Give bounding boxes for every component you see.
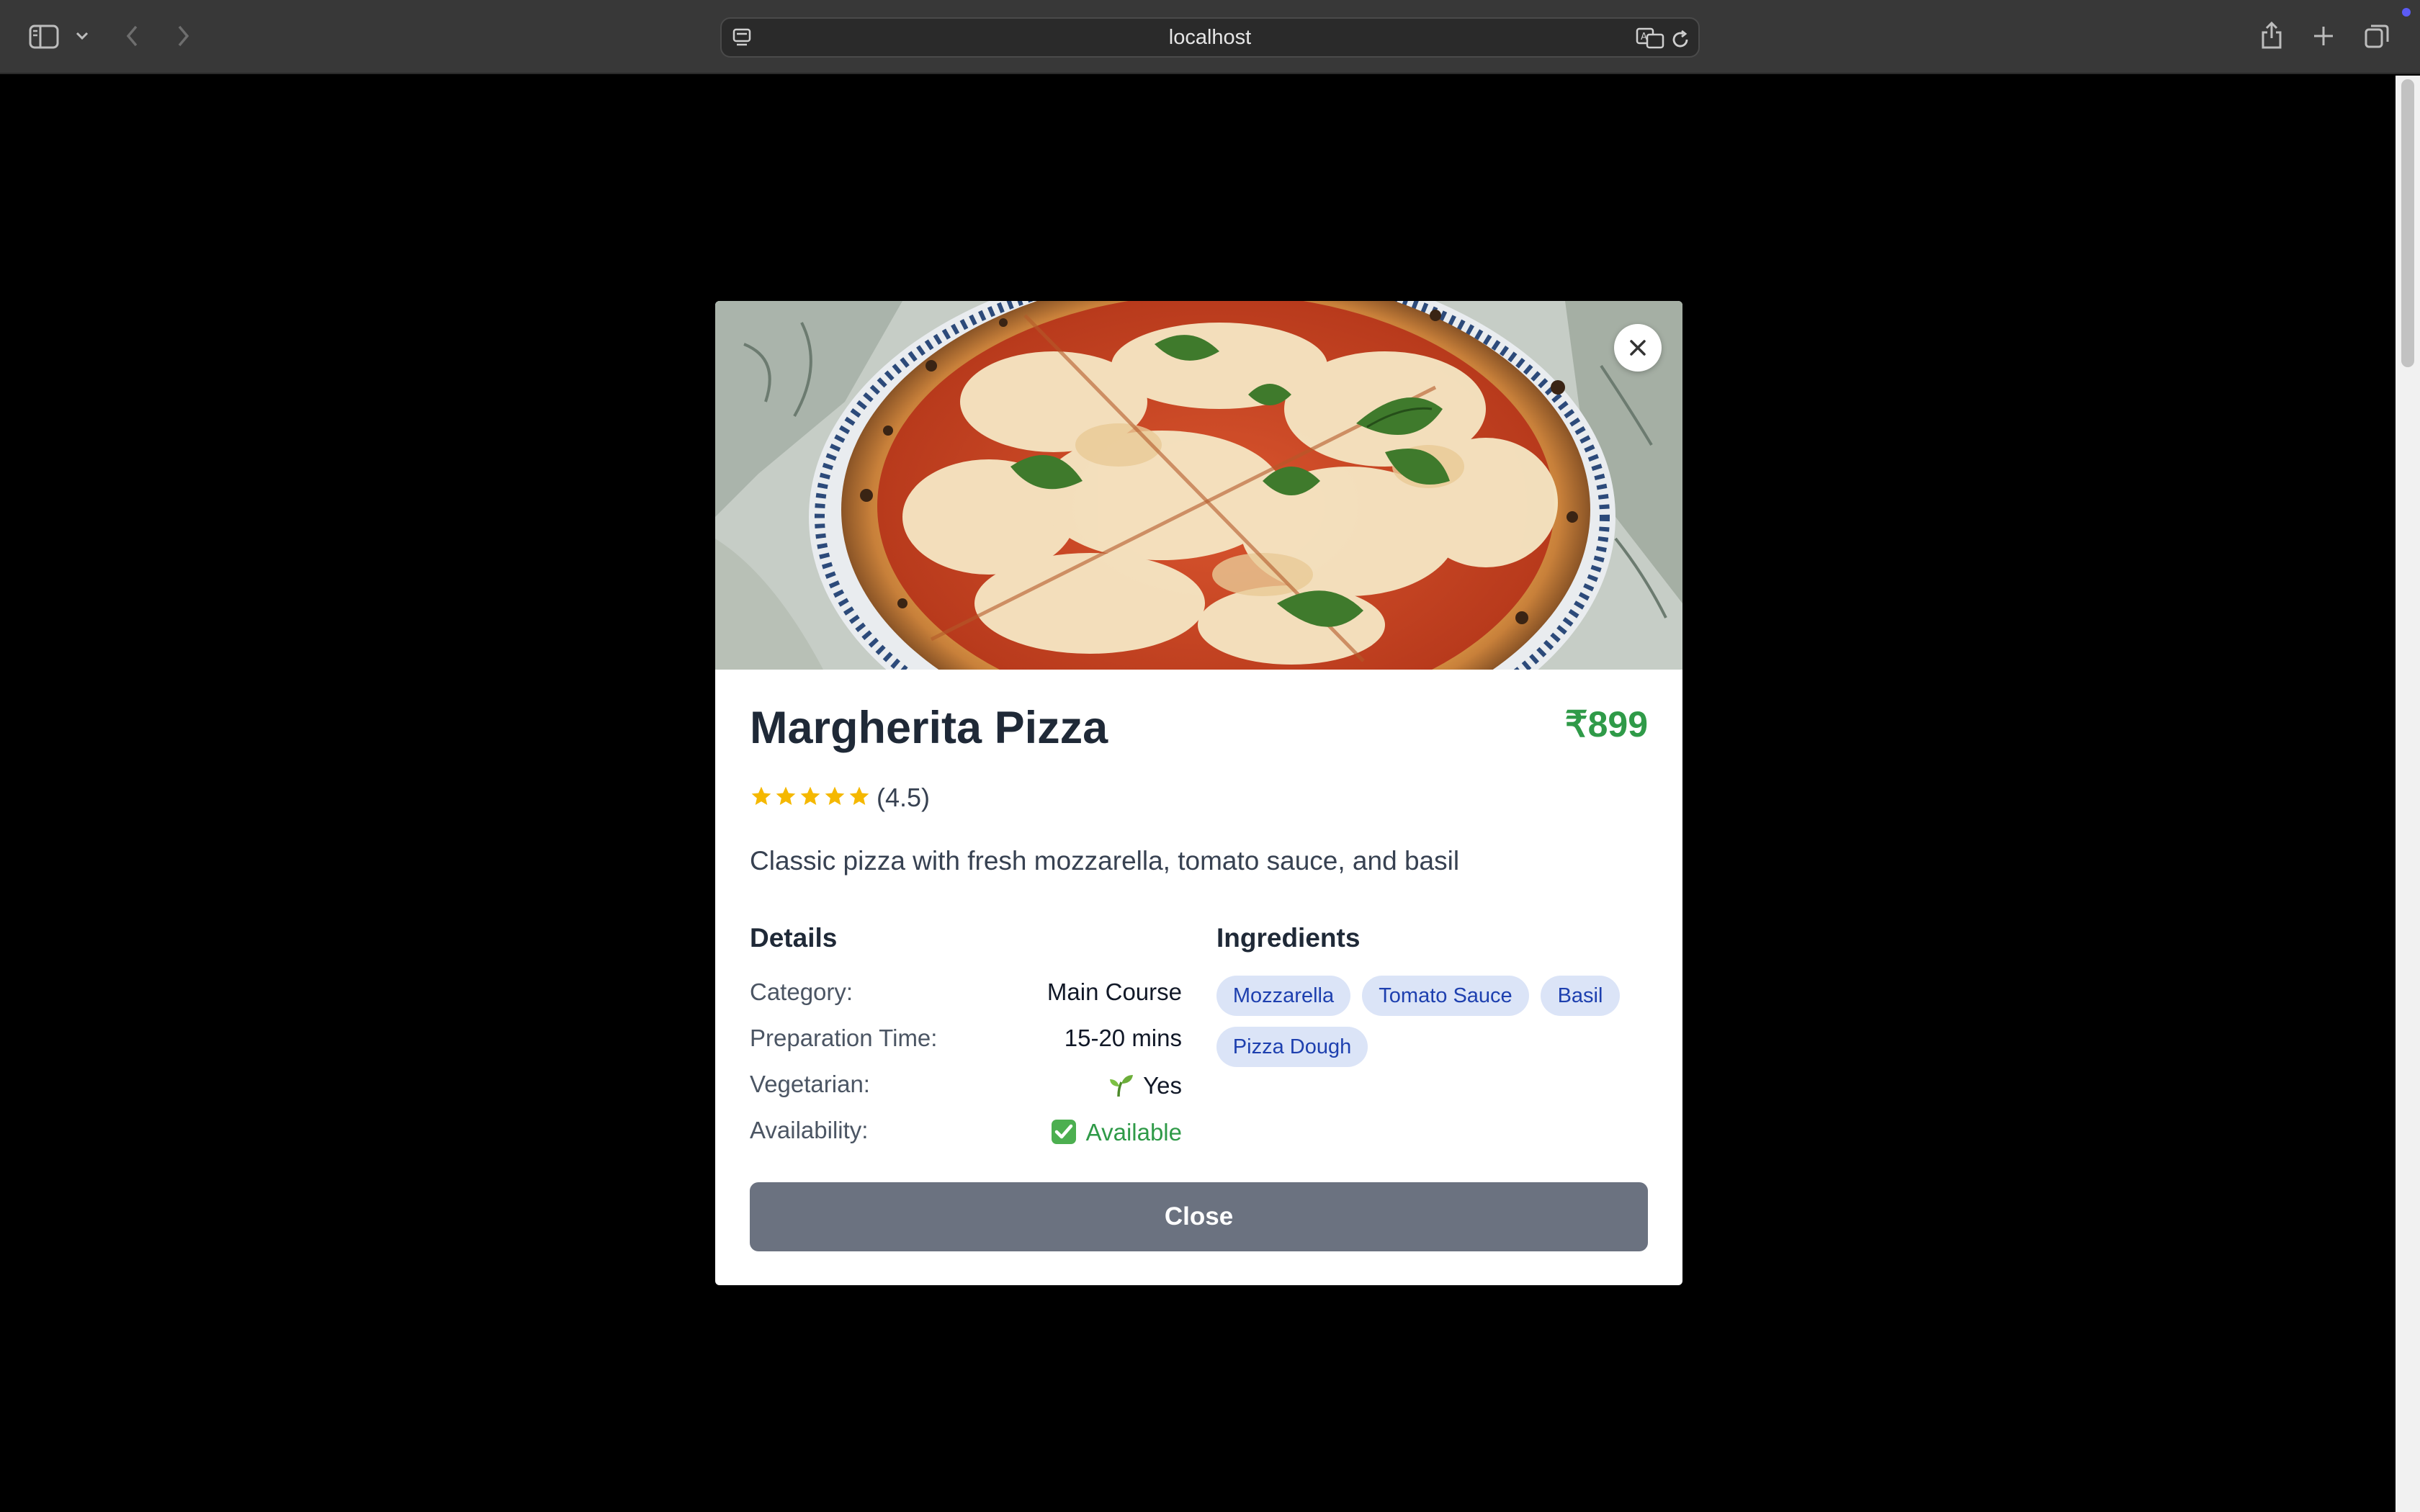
browser-toolbar: localhost A: [0, 0, 2420, 74]
detail-label: Category:: [750, 978, 853, 1005]
item-price: ₹899: [1564, 704, 1648, 744]
detail-label: Vegetarian:: [750, 1071, 870, 1097]
reload-icon[interactable]: [1668, 27, 1693, 52]
url-text: localhost: [1168, 25, 1252, 49]
back-arrow-icon[interactable]: [120, 22, 145, 50]
notification-dot: [2402, 8, 2411, 17]
item-details-modal: Margherita Pizza ₹899 (4.5) Classic pizz…: [715, 301, 1682, 1285]
translate-icon[interactable]: A: [1635, 26, 1665, 50]
star-icon: [825, 786, 845, 805]
detail-value-vegetarian: Yes: [1108, 1072, 1182, 1098]
svg-text:A: A: [1641, 32, 1647, 42]
ingredient-chip: Mozzarella: [1216, 976, 1350, 1016]
new-tab-icon[interactable]: [2309, 22, 2338, 50]
detail-row-vegetarian: Vegetarian: Yes: [750, 1072, 1182, 1104]
page-scrollbar-thumb[interactable]: [2401, 79, 2414, 367]
close-button[interactable]: Close: [750, 1182, 1648, 1251]
ingredient-chip: Tomato Sauce: [1362, 976, 1529, 1016]
tab-overview-icon[interactable]: [2362, 22, 2391, 50]
close-icon-button[interactable]: [1614, 324, 1662, 372]
ingredients-heading: Ingredients: [1216, 923, 1361, 953]
detail-label: Availability:: [750, 1117, 869, 1143]
detail-value: 15-20 mins: [1064, 1025, 1182, 1051]
check-box-icon: [1051, 1120, 1076, 1144]
star-icon: [849, 786, 869, 805]
ingredient-chip: Basil: [1541, 976, 1620, 1016]
forward-arrow-icon[interactable]: [170, 22, 196, 50]
item-image: [715, 301, 1682, 670]
item-title: Margherita Pizza: [750, 703, 1108, 753]
item-description: Classic pizza with fresh mozzarella, tom…: [750, 846, 1460, 876]
sidebar-toggle-icon[interactable]: [26, 20, 62, 53]
vegetarian-value: Yes: [1143, 1071, 1182, 1099]
detail-label: Preparation Time:: [750, 1025, 938, 1051]
star-icon: [751, 786, 771, 805]
address-bar[interactable]: localhost A: [720, 17, 1700, 58]
detail-row-prep-time: Preparation Time: 15-20 mins: [750, 1026, 1182, 1058]
close-icon: [1630, 340, 1646, 356]
share-icon[interactable]: [2257, 17, 2286, 53]
chevron-down-icon[interactable]: [72, 26, 92, 46]
detail-row-category: Category: Main Course: [750, 980, 1182, 1012]
detail-value: Main Course: [1047, 978, 1182, 1005]
detail-value-availability: Available: [1050, 1118, 1182, 1146]
details-heading: Details: [750, 923, 838, 953]
seedling-icon: [1110, 1075, 1134, 1097]
detail-row-availability: Availability: Available: [750, 1118, 1182, 1150]
ingredient-chip: Pizza Dough: [1216, 1027, 1368, 1067]
rating-value: (4.5): [877, 783, 931, 812]
star-rating: [750, 785, 871, 808]
star-icon: [776, 786, 796, 805]
star-icon: [800, 786, 820, 805]
availability-value: Available: [1085, 1118, 1182, 1146]
